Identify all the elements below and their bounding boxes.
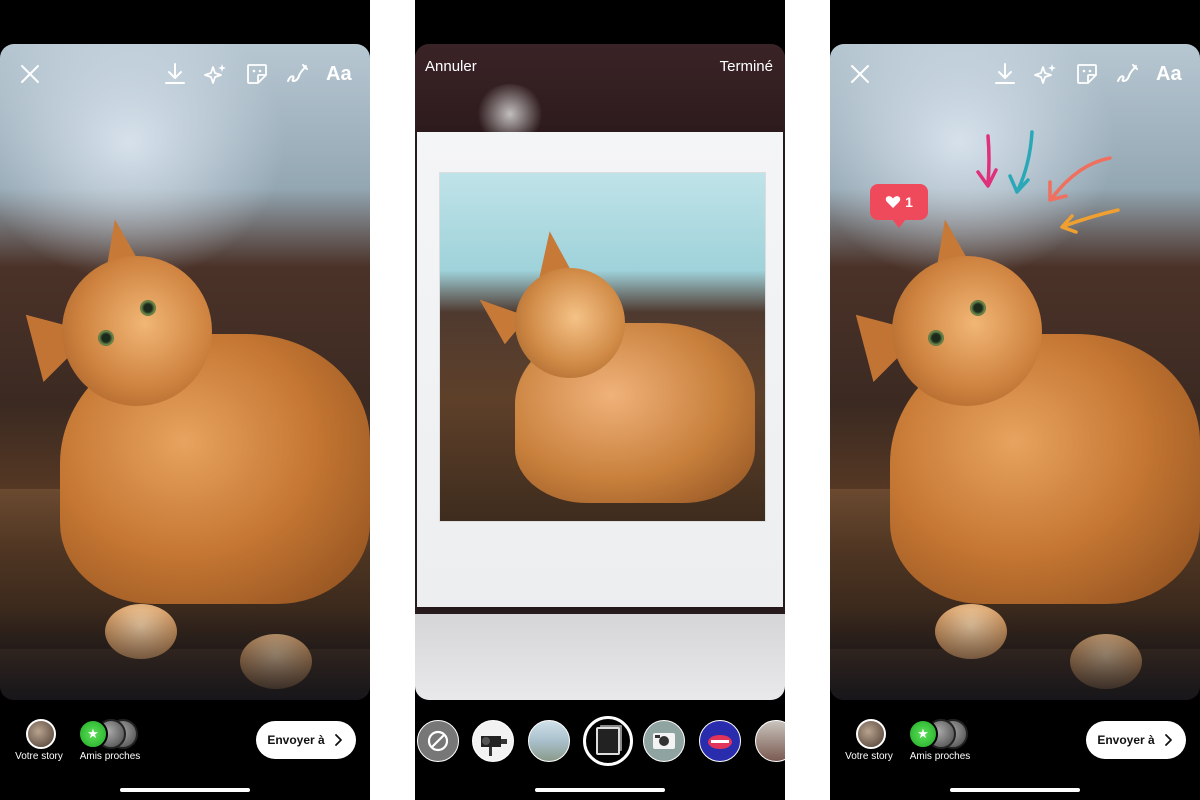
editor-toolbar: Aa xyxy=(830,58,1200,90)
cancel-button[interactable]: Annuler xyxy=(425,58,477,75)
sparkles-icon[interactable] xyxy=(203,62,227,86)
drawn-arrows[interactable] xyxy=(960,124,1130,234)
filter-none[interactable] xyxy=(417,720,459,762)
no-filter-icon xyxy=(427,730,449,752)
sticker-icon[interactable] xyxy=(1075,62,1099,86)
share-bar: Votre story ★ Amis proches Envoyer à xyxy=(830,715,1200,775)
filter-polaroid-selected[interactable] xyxy=(583,716,633,766)
like-count: 1 xyxy=(905,194,913,210)
home-indicator xyxy=(950,788,1080,792)
your-story-avatar[interactable] xyxy=(26,719,56,749)
phone-story-with-stickers: 1 Aa Votre story ★ Amis proches Envoyer … xyxy=(830,0,1200,800)
editor-toolbar: Aa xyxy=(0,58,370,90)
cat-photo xyxy=(0,44,370,700)
sparkles-icon[interactable] xyxy=(1033,62,1057,86)
phone-filter-editor: Annuler Terminé xyxy=(415,0,785,800)
share-bar: Votre story ★ Amis proches Envoyer à xyxy=(0,715,370,775)
polaroid-cat-photo xyxy=(439,172,766,522)
filter-building[interactable] xyxy=(755,720,785,762)
filter-landscape[interactable] xyxy=(528,720,570,762)
story-photo xyxy=(0,44,370,700)
like-count-sticker[interactable]: 1 xyxy=(870,184,928,228)
send-to-button[interactable]: Envoyer à xyxy=(256,721,356,759)
your-story-avatar[interactable] xyxy=(856,719,886,749)
home-indicator xyxy=(120,788,250,792)
phone-story-editor: Aa Votre story ★ Amis proches Envoyer à xyxy=(0,0,370,800)
done-button[interactable]: Terminé xyxy=(720,58,773,75)
heart-icon xyxy=(885,196,901,208)
instant-camera-icon xyxy=(653,733,675,749)
filter-preview xyxy=(415,44,785,700)
close-icon[interactable] xyxy=(850,64,870,84)
filter-camera[interactable] xyxy=(472,720,514,762)
close-friends-avatars[interactable]: ★ xyxy=(78,719,138,749)
text-tool-button[interactable]: Aa xyxy=(1156,60,1182,88)
chevron-right-icon xyxy=(334,734,342,746)
draw-icon[interactable] xyxy=(1115,62,1139,86)
send-to-label: Envoyer à xyxy=(1097,733,1155,747)
filter-carousel xyxy=(415,716,785,766)
draw-icon[interactable] xyxy=(285,62,309,86)
home-indicator xyxy=(535,788,665,792)
filter-lips[interactable] xyxy=(699,720,741,762)
lips-icon xyxy=(708,735,732,749)
sticker-icon[interactable] xyxy=(245,62,269,86)
send-to-label: Envoyer à xyxy=(267,733,325,747)
close-friends-avatars[interactable]: ★ xyxy=(908,719,968,749)
your-story-label[interactable]: Votre story xyxy=(6,751,72,762)
star-icon: ★ xyxy=(908,719,938,749)
send-to-button[interactable]: Envoyer à xyxy=(1086,721,1186,759)
your-story-label[interactable]: Votre story xyxy=(836,751,902,762)
polaroid-stack-icon xyxy=(596,727,620,755)
polaroid-frame xyxy=(417,132,783,607)
download-icon[interactable] xyxy=(994,62,1016,86)
close-friends-label[interactable]: Amis proches xyxy=(902,751,978,762)
story-photo: 1 xyxy=(830,44,1200,700)
camera-rig-icon xyxy=(481,736,507,756)
star-icon: ★ xyxy=(78,719,108,749)
filter-instant-camera[interactable] xyxy=(643,720,685,762)
close-icon[interactable] xyxy=(20,64,40,84)
download-icon[interactable] xyxy=(164,62,186,86)
text-tool-button[interactable]: Aa xyxy=(326,60,352,88)
close-friends-label[interactable]: Amis proches xyxy=(72,751,148,762)
chevron-right-icon xyxy=(1164,734,1172,746)
